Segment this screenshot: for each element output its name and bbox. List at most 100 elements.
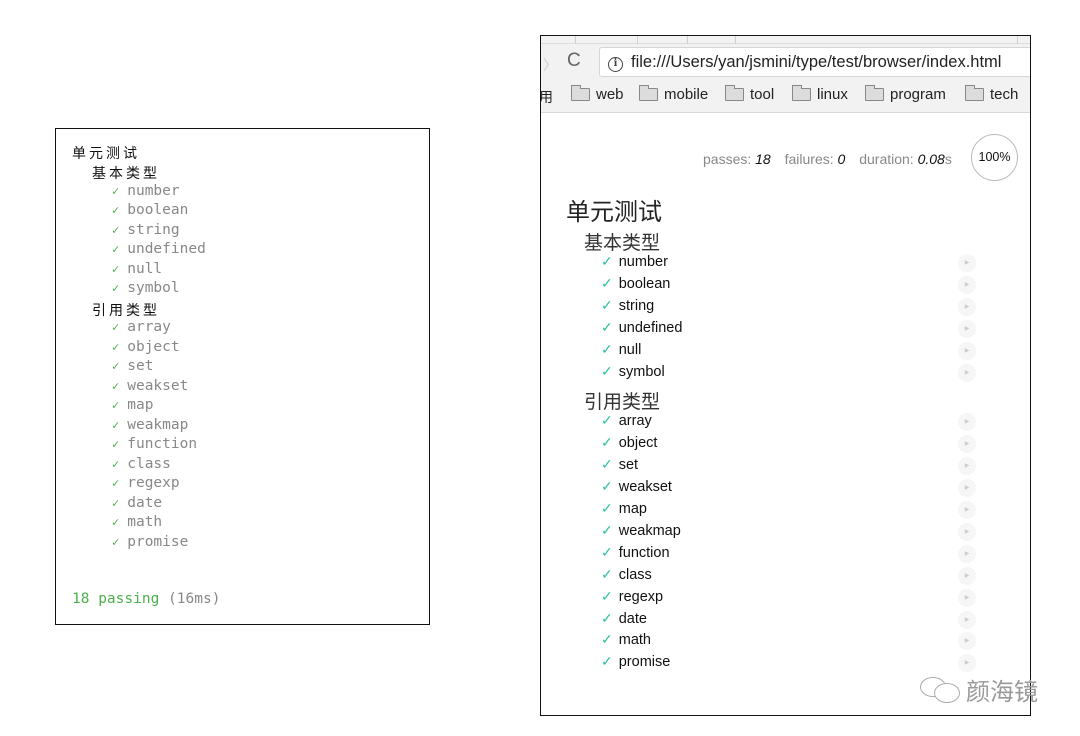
- replay-icon[interactable]: ▶: [958, 632, 976, 651]
- terminal-summary: 18 passing (16ms): [72, 591, 220, 607]
- mocha-test-row[interactable]: ✓ function: [601, 544, 670, 561]
- test-name: promise: [127, 533, 189, 550]
- test-name[interactable]: weakset: [619, 479, 672, 495]
- mocha-test-row[interactable]: ✓ null: [601, 341, 641, 358]
- mocha-test-row[interactable]: ✓ promise: [601, 653, 670, 670]
- test-name[interactable]: undefined: [619, 320, 683, 336]
- progress-indicator: 100%: [971, 134, 1018, 181]
- bookmark-tool[interactable]: tool: [725, 85, 774, 103]
- replay-icon[interactable]: ▶: [958, 610, 976, 629]
- mocha-test-row[interactable]: ✓ weakmap: [601, 522, 681, 539]
- replay-icon[interactable]: ▶: [958, 319, 976, 338]
- check-icon: ✓: [112, 398, 120, 412]
- terminal-test-row: ✓ promise: [112, 534, 188, 550]
- mocha-test-row[interactable]: ✓ class: [601, 566, 652, 583]
- test-name[interactable]: null: [619, 342, 642, 358]
- mocha-test-row[interactable]: ✓ regexp: [601, 588, 663, 605]
- replay-icon[interactable]: ▶: [958, 654, 976, 673]
- replay-icon[interactable]: ▶: [958, 413, 976, 432]
- test-name: weakset: [127, 377, 189, 394]
- mocha-test-row[interactable]: ✓ object: [601, 434, 657, 451]
- mocha-test-row[interactable]: ✓ map: [601, 500, 647, 517]
- test-name[interactable]: map: [619, 501, 647, 517]
- forward-icon[interactable]: 〉: [543, 55, 557, 75]
- check-icon: ✓: [601, 521, 613, 538]
- failures-value: 0: [837, 151, 846, 167]
- test-name[interactable]: math: [619, 632, 651, 648]
- terminal-test-row: ✓ null: [112, 261, 162, 277]
- test-name[interactable]: date: [619, 611, 647, 627]
- replay-icon[interactable]: ▶: [958, 457, 976, 476]
- test-name[interactable]: function: [619, 545, 670, 561]
- check-icon: ✓: [112, 515, 120, 529]
- mocha-test-row[interactable]: ✓ string: [601, 297, 654, 314]
- replay-icon[interactable]: ▶: [958, 275, 976, 294]
- mocha-test-row[interactable]: ✓ number: [601, 253, 668, 270]
- mocha-report: passes: 18 failures: 0 duration: 0.08s 1…: [541, 114, 1030, 715]
- mocha-test-row[interactable]: ✓ weakset: [601, 478, 672, 495]
- test-name[interactable]: regexp: [619, 589, 663, 605]
- check-icon: ✓: [112, 320, 120, 334]
- terminal-test-row: ✓ undefined: [112, 241, 206, 257]
- test-name[interactable]: string: [619, 298, 654, 314]
- replay-icon[interactable]: ▶: [958, 254, 976, 272]
- mocha-test-row[interactable]: ✓ math: [601, 631, 651, 648]
- bookmark-program[interactable]: program: [865, 85, 946, 103]
- info-icon[interactable]: i: [608, 57, 623, 72]
- test-name[interactable]: number: [619, 254, 668, 270]
- replay-icon[interactable]: ▶: [958, 566, 976, 585]
- mocha-suite-title[interactable]: 引用类型: [584, 387, 660, 414]
- folder-icon: [865, 85, 884, 101]
- mocha-suite-title[interactable]: 基本类型: [584, 228, 660, 255]
- watermark: 颜海镜: [920, 672, 1038, 707]
- wechat-icon: [920, 675, 964, 705]
- mocha-test-row[interactable]: ✓ array: [601, 412, 652, 429]
- bookmark-mobile[interactable]: mobile: [639, 85, 708, 103]
- address-bar[interactable]: i file:///Users/yan/jsmini/type/test/brow…: [599, 47, 1030, 77]
- check-icon: ✓: [112, 456, 120, 471]
- mocha-stats: passes: 18 failures: 0 duration: 0.08s: [703, 151, 952, 167]
- bookmark-truncated[interactable]: 用: [541, 87, 553, 107]
- mocha-test-row[interactable]: ✓ date: [601, 610, 647, 627]
- duration-value: 0.08: [917, 151, 945, 167]
- test-name[interactable]: promise: [619, 654, 671, 670]
- reload-icon[interactable]: C: [567, 50, 581, 72]
- test-name[interactable]: class: [619, 567, 652, 583]
- test-name: object: [127, 338, 180, 355]
- replay-icon[interactable]: ▶: [958, 341, 976, 360]
- replay-icon[interactable]: ▶: [958, 501, 976, 519]
- replay-icon[interactable]: ▶: [958, 297, 976, 316]
- check-icon: ✓: [112, 281, 120, 295]
- mocha-test-row[interactable]: ✓ symbol: [601, 363, 665, 380]
- check-icon: ✓: [112, 378, 120, 393]
- test-name[interactable]: symbol: [619, 364, 665, 380]
- replay-icon[interactable]: ▶: [958, 435, 976, 454]
- test-name[interactable]: set: [619, 457, 638, 473]
- replay-icon[interactable]: ▶: [958, 544, 976, 563]
- check-icon: ✓: [112, 476, 120, 490]
- test-name: boolean: [127, 202, 189, 218]
- test-name[interactable]: weakmap: [619, 523, 681, 539]
- check-icon: ✓: [112, 495, 120, 510]
- folder-icon: [792, 85, 811, 101]
- mocha-test-row[interactable]: ✓ set: [601, 456, 638, 473]
- terminal-test-row: ✓ weakset: [112, 378, 188, 394]
- bookmark-tech[interactable]: tech: [965, 85, 1018, 103]
- test-name[interactable]: boolean: [619, 276, 671, 292]
- mocha-test-row[interactable]: ✓ boolean: [601, 275, 670, 292]
- replay-icon[interactable]: ▶: [958, 479, 976, 498]
- replay-icon[interactable]: ▶: [958, 363, 976, 382]
- bookmark-web[interactable]: web: [571, 85, 624, 103]
- check-icon: ✓: [601, 631, 613, 648]
- test-name: map: [127, 397, 154, 413]
- passes-value: 18: [755, 151, 771, 167]
- replay-icon[interactable]: ▶: [958, 522, 976, 541]
- test-name[interactable]: array: [619, 413, 652, 429]
- test-name: null: [127, 260, 163, 277]
- bookmark-linux[interactable]: linux: [792, 85, 848, 103]
- mocha-root-suite[interactable]: 单元测试: [566, 192, 662, 227]
- mocha-test-row[interactable]: ✓ undefined: [601, 319, 682, 336]
- replay-icon[interactable]: ▶: [958, 588, 976, 607]
- test-name[interactable]: object: [619, 435, 658, 451]
- check-icon: ✓: [112, 222, 120, 237]
